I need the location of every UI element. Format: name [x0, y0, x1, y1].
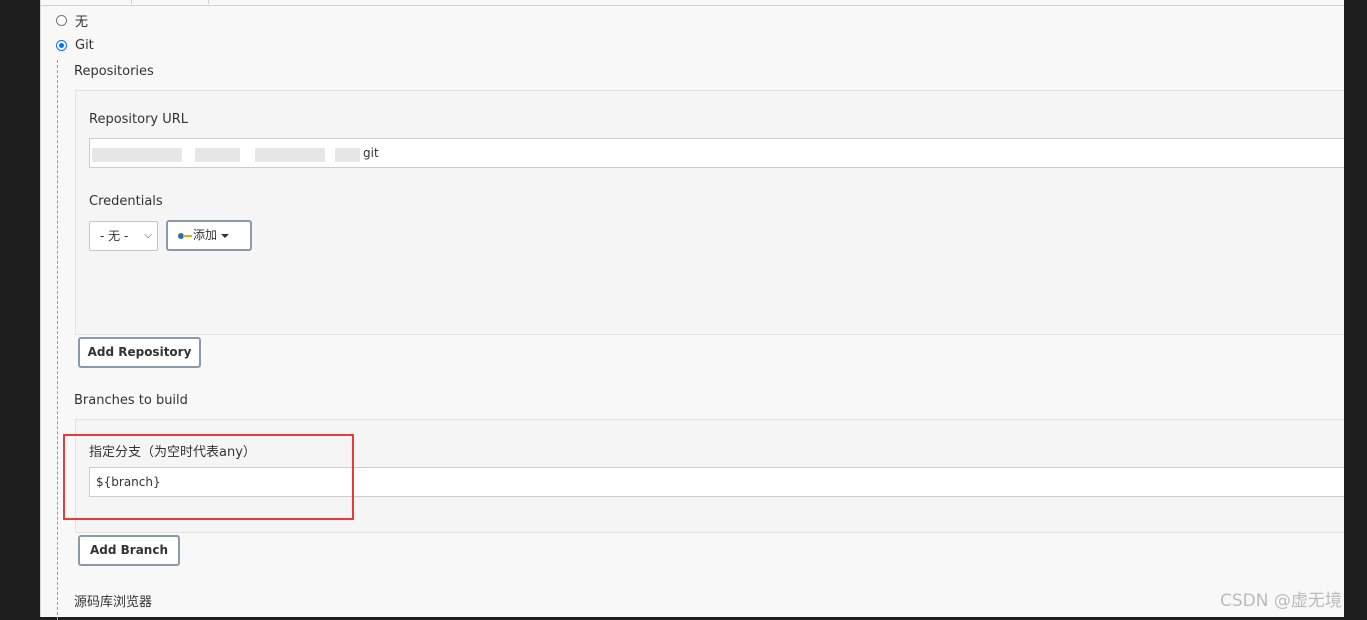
redacted-text — [195, 148, 240, 162]
add-repository-button[interactable]: Add Repository — [78, 337, 201, 368]
credentials-label: Credentials — [89, 194, 163, 209]
key-icon — [178, 232, 192, 240]
credentials-select-value: - 无 - — [100, 229, 129, 243]
redacted-text — [255, 148, 325, 162]
branches-heading: Branches to build — [74, 393, 188, 408]
tab-active[interactable] — [131, 0, 209, 4]
repository-url-suffix: git — [363, 146, 379, 160]
git-nested-indicator — [57, 60, 58, 620]
add-credentials-button[interactable]: 添加 — [166, 220, 252, 251]
repository-url-input[interactable]: git — [89, 138, 1349, 168]
credentials-select[interactable]: - 无 - ⌵ — [89, 221, 158, 251]
tab-strip — [41, 0, 1344, 6]
add-branch-button[interactable]: Add Branch — [78, 535, 180, 566]
radio-none-label: 无 — [75, 15, 89, 30]
left-dark-margin — [0, 0, 40, 617]
scm-config-panel: 无 Git Repositories Repository URL git Cr… — [40, 0, 1349, 620]
redacted-text — [92, 148, 182, 162]
highlight-annotation — [63, 434, 354, 520]
scm-option-git[interactable]: Git — [56, 38, 94, 53]
repository-browser-heading: 源码库浏览器 — [74, 595, 153, 610]
radio-git[interactable] — [56, 40, 67, 51]
redacted-text — [335, 148, 360, 162]
right-dark-margin — [1344, 0, 1367, 617]
repositories-heading: Repositories — [74, 64, 154, 79]
radio-git-label: Git — [75, 38, 94, 53]
radio-none[interactable] — [56, 15, 67, 26]
caret-down-icon — [221, 233, 230, 238]
scm-option-none[interactable]: 无 — [56, 11, 88, 30]
watermark: CSDN @虚无境 — [1220, 591, 1342, 611]
repository-url-label: Repository URL — [89, 112, 189, 127]
repository-box — [75, 90, 1345, 335]
add-credentials-label: 添加 — [193, 228, 218, 242]
chevron-down-icon: ⌵ — [144, 230, 152, 241]
